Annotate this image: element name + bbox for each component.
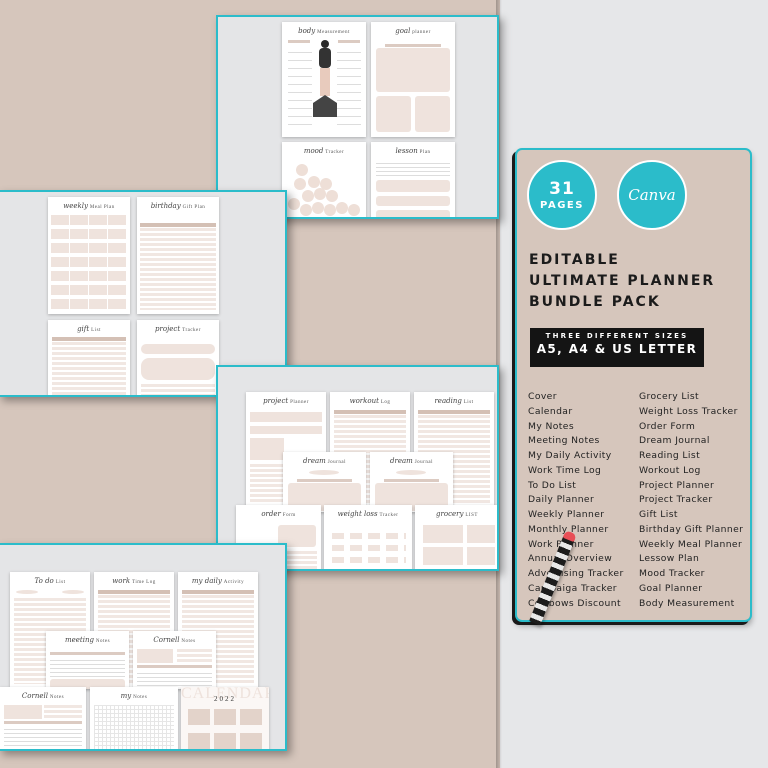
page-gift-list: gift List bbox=[48, 320, 130, 395]
list-item: To Do List bbox=[528, 479, 577, 491]
list-item: Work Time Log bbox=[528, 464, 602, 476]
list-item: Birthday Gift Planner bbox=[639, 523, 744, 535]
page-cornell-notes-2: Cornell Notes bbox=[0, 687, 86, 749]
list-item: Project Planner bbox=[639, 479, 715, 491]
list-item: Weight Loss Tracker bbox=[639, 405, 738, 417]
list-item: Workout Log bbox=[639, 464, 701, 476]
list-item: My Daily Activity bbox=[528, 450, 612, 461]
list-item: Advertising Tracker bbox=[528, 568, 624, 579]
sizes-banner: THREE DIFFERENT SIZES A5, A4 & US LETTER bbox=[530, 328, 704, 367]
list-item: My Notes bbox=[528, 420, 575, 432]
page-meeting-notes: meeting Notes bbox=[46, 631, 129, 689]
page-goal-planner: goal planner bbox=[371, 22, 455, 137]
page-lesson-plan: lesson Plan bbox=[371, 142, 455, 217]
list-item: Dream Journal bbox=[639, 435, 710, 447]
contents-list-left: Cover Calendar My Notes Meeting Notes My… bbox=[528, 390, 624, 611]
headline-line-3: BUNDLE PACK bbox=[529, 294, 661, 310]
product-info-card: 31 PAGES Canva EDITABLE ULTIMATE PLANNER… bbox=[515, 148, 752, 622]
list-item: Lessow Plan bbox=[639, 553, 700, 565]
list-item: Work Planner bbox=[528, 538, 594, 550]
body-figure-illustration bbox=[313, 40, 337, 118]
list-item: Grocery List bbox=[639, 391, 700, 402]
page-dream-journal-1: dream Journal bbox=[283, 452, 366, 512]
list-item: Gift List bbox=[639, 509, 678, 520]
list-item: Reading List bbox=[639, 450, 701, 461]
page-calendar: CALENDAR 2022 bbox=[181, 687, 269, 749]
page-my-notes: my Notes bbox=[90, 687, 178, 749]
headline-line-1: EDITABLE bbox=[529, 252, 620, 268]
list-item: Annual Overview bbox=[528, 553, 613, 565]
page-body-measurement: body Measurement bbox=[282, 22, 366, 137]
list-item: Project Tracker bbox=[639, 494, 713, 506]
contents-list-right: Grocery List Weight Loss Tracker Order F… bbox=[639, 390, 743, 611]
page-project-tracker: project Tracker bbox=[137, 320, 219, 395]
canva-logo-icon: Canva bbox=[628, 186, 676, 204]
list-item: Body Measurement bbox=[639, 597, 735, 609]
list-item: Monthly Planner bbox=[528, 523, 609, 535]
page-count-label: PAGES bbox=[540, 199, 584, 211]
list-item: Weekly Meal Planner bbox=[639, 538, 743, 550]
preview-panel-4: To do List work Time Log my daily Activi… bbox=[0, 543, 287, 751]
list-item: Meeting Notes bbox=[528, 435, 600, 447]
page-grocery-list: grocery LIST bbox=[415, 505, 497, 569]
page-cornell-notes-1: Cornell Notes bbox=[133, 631, 216, 689]
list-item: Cover bbox=[528, 391, 557, 402]
page-dream-journal-2: dream Journal bbox=[370, 452, 453, 512]
list-item: Daily Planner bbox=[528, 494, 595, 506]
preview-panel-3: project Planner workout Log reading List… bbox=[216, 365, 499, 571]
headline-line-2: ULTIMATE PLANNER bbox=[529, 273, 716, 289]
page-mood-tracker: mood Tracker bbox=[282, 142, 366, 217]
preview-panel-1: body Measurement goal planner mood Track… bbox=[216, 15, 499, 219]
canva-badge: Canva bbox=[617, 160, 687, 230]
page-birthday-gift-plan: birthday Gift Plan bbox=[137, 197, 219, 314]
page-count: 31 bbox=[549, 178, 575, 199]
list-item: Mood Tracker bbox=[639, 568, 705, 579]
sizes-subtitle: THREE DIFFERENT SIZES bbox=[545, 332, 689, 340]
sizes-title: A5, A4 & US LETTER bbox=[536, 342, 698, 356]
list-item: Calendar bbox=[528, 405, 573, 417]
calendar-year: 2022 bbox=[214, 695, 236, 703]
page-weight-loss-tracker: weight loss Tracker bbox=[324, 505, 412, 569]
page-weekly-meal-plan: weekly Meal Plan bbox=[48, 197, 130, 314]
list-item: Goal Planner bbox=[639, 582, 703, 594]
page-count-badge: 31 PAGES bbox=[527, 160, 597, 230]
list-item: Order Form bbox=[639, 420, 696, 432]
product-headline: EDITABLE ULTIMATE PLANNER BUNDLE PACK bbox=[529, 250, 749, 313]
list-item: Weekly Planner bbox=[528, 509, 605, 520]
